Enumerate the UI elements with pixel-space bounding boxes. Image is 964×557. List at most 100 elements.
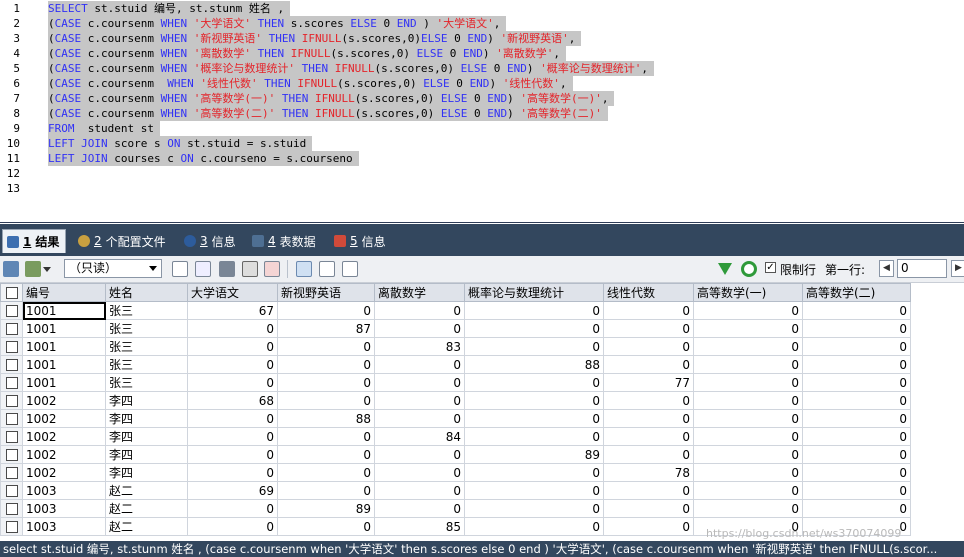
editor-splitter[interactable]	[0, 222, 964, 223]
code-line[interactable]: (CASE c.coursenm WHEN '概率论与数理统计' THEN IF…	[48, 61, 654, 76]
table-cell[interactable]: 0	[464, 517, 604, 536]
row-checkbox[interactable]	[0, 517, 23, 536]
table-cell[interactable]: 0	[374, 391, 465, 410]
table-cell[interactable]: 0	[464, 481, 604, 500]
table-cell[interactable]: 0	[187, 499, 278, 518]
table-cell[interactable]: 0	[464, 337, 604, 356]
table-cell[interactable]: 1001	[22, 337, 106, 356]
table-cell[interactable]: 0	[374, 319, 465, 338]
code-line[interactable]: (CASE c.coursenm WHEN '高等数学(二)' THEN IFN…	[48, 106, 608, 121]
table-row[interactable]: 1001 张三 67 0 0 0 0 0 0	[0, 301, 911, 320]
table-cell[interactable]: 0	[187, 517, 278, 536]
table-cell[interactable]: 0	[277, 301, 375, 320]
table-cell[interactable]: 0	[603, 499, 694, 518]
table-cell[interactable]: 0	[603, 355, 694, 374]
result-grid[interactable]: 编号 姓名 大学语文 新视野英语 离散数学 概率论与数理统计 线性代数 高等数学(一) 高等数学…	[0, 283, 964, 541]
table-cell[interactable]: 0	[374, 409, 465, 428]
table-cell[interactable]: 0	[374, 355, 465, 374]
column-header[interactable]: 高等数学(一)	[693, 283, 803, 302]
column-header[interactable]: 离散数学	[374, 283, 465, 302]
table-cell[interactable]: 张三	[105, 319, 188, 338]
table-cell[interactable]: 李四	[105, 463, 188, 482]
first-row-input[interactable]: 0	[897, 259, 947, 278]
table-cell[interactable]: 0	[693, 427, 803, 446]
code-line[interactable]: (CASE c.coursenm WHEN '高等数学(一)' THEN IFN…	[48, 91, 615, 106]
result-mode-select[interactable]: （只读）	[64, 259, 162, 278]
table-cell[interactable]: 1003	[22, 499, 106, 518]
table-cell[interactable]: 0	[802, 337, 911, 356]
table-cell[interactable]: 87	[277, 319, 375, 338]
table-cell[interactable]: 0	[802, 409, 911, 428]
import-icon[interactable]	[25, 261, 41, 277]
previous-page-button[interactable]: ◀	[879, 260, 894, 277]
table-cell[interactable]: 0	[374, 445, 465, 464]
table-cell[interactable]: 0	[802, 301, 911, 320]
table-cell[interactable]: 李四	[105, 409, 188, 428]
table-row[interactable]: 1002 李四 68 0 0 0 0 0 0	[0, 391, 911, 410]
table-cell[interactable]: 0	[187, 355, 278, 374]
table-cell[interactable]: 0	[802, 499, 911, 518]
table-cell[interactable]: 0	[374, 373, 465, 392]
table-cell[interactable]: 0	[693, 337, 803, 356]
table-cell[interactable]: 0	[187, 373, 278, 392]
table-cell[interactable]: 1002	[22, 427, 106, 446]
table-cell[interactable]: 赵二	[105, 517, 188, 536]
row-checkbox[interactable]	[0, 355, 23, 374]
row-checkbox[interactable]	[0, 337, 23, 356]
table-cell[interactable]: 0	[374, 463, 465, 482]
table-cell[interactable]: 0	[603, 319, 694, 338]
table-cell[interactable]: 0	[374, 499, 465, 518]
table-cell[interactable]: 0	[464, 409, 604, 428]
table-cell[interactable]: 84	[374, 427, 465, 446]
column-header[interactable]: 概率论与数理统计	[464, 283, 604, 302]
table-cell[interactable]: 0	[187, 337, 278, 356]
table-cell[interactable]: 0	[277, 355, 375, 374]
table-cell[interactable]: 85	[374, 517, 465, 536]
table-cell[interactable]: 0	[187, 445, 278, 464]
table-cell[interactable]: 0	[187, 319, 278, 338]
row-checkbox[interactable]	[0, 463, 23, 482]
table-cell[interactable]: 67	[187, 301, 278, 320]
table-cell[interactable]: 0	[603, 481, 694, 500]
tab-profile[interactable]: 2 个配置文件	[74, 229, 174, 253]
table-cell[interactable]: 0	[464, 391, 604, 410]
table-cell[interactable]: 0	[802, 481, 911, 500]
table-cell[interactable]: 88	[277, 409, 375, 428]
export-icon[interactable]	[3, 261, 19, 277]
table-cell[interactable]: 1003	[22, 517, 106, 536]
insert-row-icon[interactable]	[172, 261, 188, 277]
table-cell[interactable]: 李四	[105, 391, 188, 410]
table-cell[interactable]: 0	[603, 337, 694, 356]
table-cell[interactable]: 1001	[22, 373, 106, 392]
table-cell[interactable]: 0	[277, 517, 375, 536]
table-cell[interactable]: 0	[603, 301, 694, 320]
table-cell[interactable]: 0	[603, 517, 694, 536]
table-cell[interactable]: 0	[693, 463, 803, 482]
table-cell[interactable]: 0	[802, 391, 911, 410]
table-row[interactable]: 1001 张三 0 87 0 0 0 0 0	[0, 319, 911, 338]
code-line[interactable]: (CASE c.coursenm WHEN '线性代数' THEN IFNULL…	[48, 76, 573, 91]
table-row[interactable]: 1001 张三 0 0 83 0 0 0 0	[0, 337, 911, 356]
table-cell[interactable]: 张三	[105, 337, 188, 356]
table-cell[interactable]: 0	[277, 373, 375, 392]
code-line[interactable]: SELECT st.stuid 编号, st.stunm 姓名 ,	[48, 1, 291, 16]
table-cell[interactable]: 0	[603, 445, 694, 464]
row-checkbox[interactable]	[0, 301, 23, 320]
table-cell[interactable]: 68	[187, 391, 278, 410]
code-line[interactable]: LEFT JOIN courses c ON c.courseno = s.co…	[48, 151, 359, 166]
table-cell[interactable]: 0	[277, 481, 375, 500]
table-cell[interactable]: 1002	[22, 391, 106, 410]
table-cell[interactable]: 0	[277, 463, 375, 482]
table-cell[interactable]: 1001	[22, 355, 106, 374]
table-cell[interactable]: 0	[802, 319, 911, 338]
text-view-icon[interactable]	[342, 261, 358, 277]
delete-icon[interactable]	[242, 261, 258, 277]
grid-view-icon[interactable]	[296, 261, 312, 277]
table-cell[interactable]: 0	[603, 409, 694, 428]
table-row[interactable]: 1002 李四 0 0 0 89 0 0 0	[0, 445, 911, 464]
table-cell[interactable]: 0	[603, 427, 694, 446]
code-line[interactable]: (CASE c.coursenm WHEN '离散数学' THEN IFNULL…	[48, 46, 566, 61]
row-checkbox[interactable]	[0, 445, 23, 464]
table-cell[interactable]: 0	[693, 301, 803, 320]
table-cell[interactable]: 0	[277, 337, 375, 356]
